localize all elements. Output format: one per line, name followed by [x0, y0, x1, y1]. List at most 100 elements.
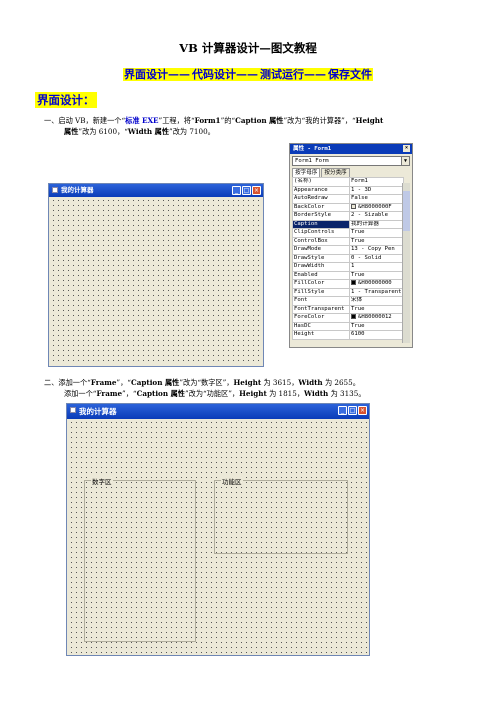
property-value-text: 6100: [351, 331, 365, 337]
minimize-icon[interactable]: _: [232, 186, 241, 195]
property-row[interactable]: DrawWidth 1: [292, 262, 404, 272]
properties-window[interactable]: 属性 - Form1 × Form1 Form ▼ 按字母序 按分类序 (名称)…: [289, 143, 413, 348]
property-value[interactable]: 13 - Copy Pen: [349, 245, 404, 255]
frame-functions[interactable]: 功能区: [214, 476, 348, 554]
maximize-icon[interactable]: □: [242, 186, 251, 195]
property-row[interactable]: Font 宋体: [292, 296, 404, 306]
maximize-icon[interactable]: □: [348, 406, 357, 415]
property-row[interactable]: AutoRedraw False: [292, 194, 404, 204]
property-value[interactable]: False: [349, 194, 404, 204]
property-value[interactable]: 0 - Solid: [349, 253, 404, 263]
properties-grid: (名称) Form1 Appearance 1 - 3D AutoRedraw False…: [292, 177, 404, 340]
tab-categorized[interactable]: 按分类序: [321, 168, 350, 177]
close-icon[interactable]: ×: [358, 406, 367, 415]
property-value[interactable]: True: [349, 321, 404, 331]
property-value-text: True: [351, 322, 365, 329]
property-value-text: 1: [351, 263, 355, 269]
property-value[interactable]: 6100: [349, 330, 404, 340]
property-value[interactable]: &H8000000F: [349, 202, 404, 212]
property-name: (名称): [292, 177, 350, 187]
property-value[interactable]: True: [349, 236, 404, 246]
property-value[interactable]: 宋体: [349, 296, 404, 306]
property-value[interactable]: True: [349, 228, 404, 238]
property-row[interactable]: ControlBox True: [292, 236, 404, 246]
property-value-text: True: [351, 271, 365, 278]
property-value[interactable]: True: [349, 270, 404, 280]
property-value[interactable]: Form1: [349, 177, 404, 187]
form1-title: 我的计算器: [61, 186, 94, 194]
property-row[interactable]: BorderStyle 2 - Sizable: [292, 211, 404, 221]
property-name: ClipControls: [292, 228, 350, 238]
property-row[interactable]: FillColor &H00000000: [292, 279, 404, 289]
property-row[interactable]: FontTransparent True: [292, 304, 404, 314]
property-name: DrawWidth: [292, 262, 350, 272]
property-row[interactable]: DrawMode 13 - Copy Pen: [292, 245, 404, 255]
property-name: ForeColor: [292, 313, 350, 323]
property-row[interactable]: Caption 我的计算器: [292, 219, 404, 229]
step-test: 测试运行——: [259, 68, 327, 81]
object-select[interactable]: Form1 Form ▼: [292, 156, 410, 166]
color-swatch: [351, 203, 356, 209]
frame-digits[interactable]: 数字区: [84, 476, 196, 642]
property-name: Caption: [292, 219, 350, 229]
property-name: BackColor: [292, 202, 350, 212]
form1-canvas[interactable]: [51, 198, 261, 364]
property-value-text: &H00000000: [358, 280, 392, 286]
property-row[interactable]: ForeColor &H80000012: [292, 313, 404, 323]
property-row[interactable]: DrawStyle 0 - Solid: [292, 253, 404, 263]
property-value-text: 1 - 3D: [351, 186, 372, 193]
close-icon[interactable]: ×: [252, 186, 261, 195]
property-value-text: 13 - Copy Pen: [351, 246, 395, 252]
chevron-down-icon[interactable]: ▼: [401, 157, 409, 165]
property-row[interactable]: Enabled True: [292, 270, 404, 280]
form1-window[interactable]: 我的计算器 _ □ ×: [48, 183, 264, 367]
form2-titlebar[interactable]: 我的计算器: [67, 404, 369, 419]
property-value-text: True: [351, 305, 365, 312]
property-row[interactable]: (名称) Form1: [292, 177, 404, 187]
property-row[interactable]: Height 6100: [292, 330, 404, 340]
form-icon: [52, 187, 58, 193]
property-name: DrawMode: [292, 245, 350, 255]
property-row[interactable]: Appearance 1 - 3D: [292, 185, 404, 195]
property-name: DrawStyle: [292, 253, 350, 263]
section-heading: 界面设计：: [35, 92, 97, 108]
step-code: 代码设计——: [191, 68, 259, 81]
property-row[interactable]: ClipControls True: [292, 228, 404, 238]
properties-scrollbar[interactable]: [402, 183, 410, 343]
property-name: FillStyle: [292, 287, 350, 297]
form1-titlebar[interactable]: 我的计算器: [49, 184, 263, 197]
property-value-text: &H8000000F: [358, 203, 392, 210]
color-swatch: [351, 314, 356, 319]
property-value[interactable]: 我的计算器: [349, 219, 404, 229]
property-value[interactable]: 1 - Transparent: [349, 287, 404, 297]
property-value[interactable]: &H00000000: [349, 279, 404, 289]
step-design: 界面设计——: [123, 68, 191, 81]
property-value-text: 我的计算器: [351, 220, 379, 227]
tab-alphabetic[interactable]: 按字母序: [292, 168, 321, 177]
property-value-text: False: [351, 195, 368, 201]
property-value[interactable]: 2 - Sizable: [349, 211, 404, 221]
property-value[interactable]: True: [349, 304, 404, 314]
property-value-text: 宋体: [351, 297, 363, 303]
property-value-text: 1 - Transparent: [351, 288, 402, 295]
document-title: VB 计算器设计—图文教程: [179, 41, 317, 55]
form2-canvas[interactable]: 数字区 功能区: [69, 420, 367, 653]
minimize-icon[interactable]: _: [338, 406, 347, 415]
property-value-text: 0 - Solid: [351, 254, 382, 261]
property-value[interactable]: 1: [349, 262, 404, 272]
frame-functions-caption: 功能区: [221, 476, 243, 486]
property-value[interactable]: &H80000012: [349, 313, 404, 323]
steps-subtitle: 界面设计—— 代码设计—— 测试运行—— 保存文件: [0, 66, 496, 82]
property-value-text: True: [351, 229, 365, 235]
property-value-text: 2 - Sizable: [351, 212, 389, 218]
property-row[interactable]: BackColor &H8000000F: [292, 202, 404, 212]
form-icon: [70, 407, 76, 413]
property-value[interactable]: 1 - 3D: [349, 185, 404, 195]
close-icon[interactable]: ×: [403, 145, 410, 152]
property-name: HasDC: [292, 321, 350, 331]
step-save: 保存文件: [327, 68, 373, 81]
property-name: FontTransparent: [292, 304, 350, 314]
property-row[interactable]: FillStyle 1 - Transparent: [292, 287, 404, 297]
property-row[interactable]: HasDC True: [292, 321, 404, 331]
form2-window[interactable]: 我的计算器 _ □ × 数字区 功能区: [66, 403, 370, 656]
